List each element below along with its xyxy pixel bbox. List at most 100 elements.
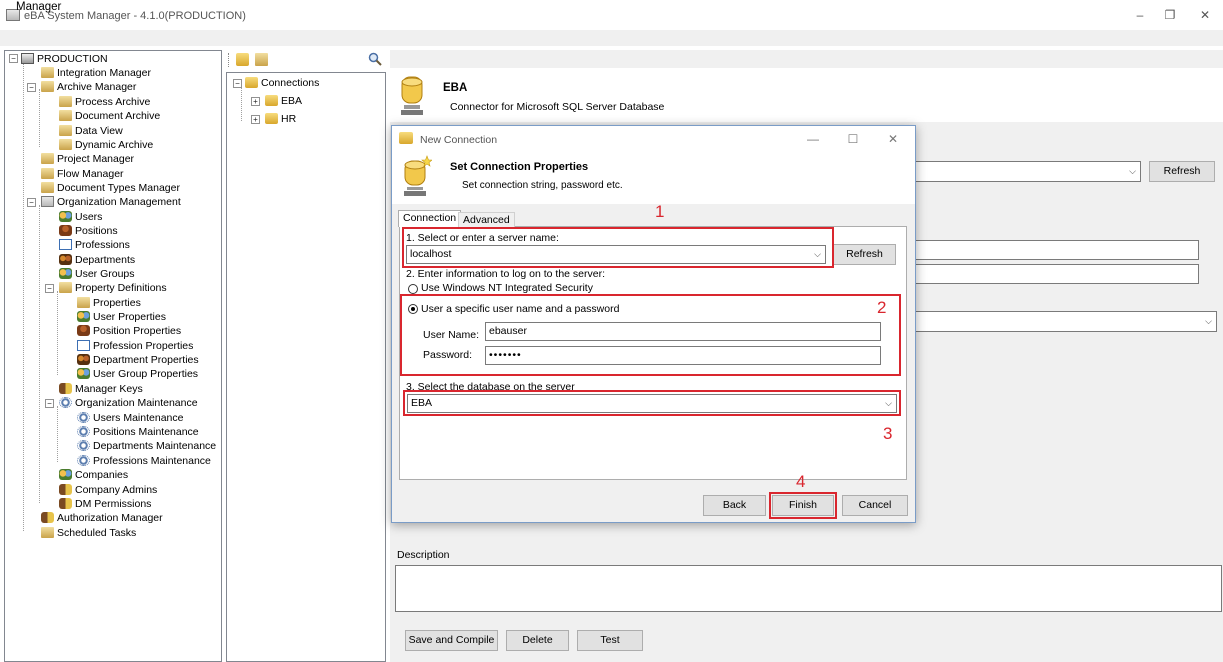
dialog-maximize-button[interactable]: ☐ [838,130,868,148]
tree-item-departments-maintenance[interactable]: Departments Maintenance [77,439,216,453]
key-icon [59,497,72,509]
menu-item-manager[interactable]: Manager [16,1,61,13]
dialog-minimize-button[interactable]: — [798,130,828,148]
module-icon [59,124,72,136]
search-icon[interactable] [368,52,382,66]
tree-item-users-maintenance[interactable]: Users Maintenance [77,411,183,425]
companies-icon [59,468,72,480]
tree-item-process-archive[interactable]: Process Archive [59,95,150,109]
save-and-compile-button[interactable]: Save and Compile [405,630,498,651]
module-icon [41,80,54,92]
tree-item-profession-properties[interactable]: Profession Properties [77,339,193,353]
tree-item-organization-management[interactable]: Organization Management [41,195,181,209]
tree-item-user-properties[interactable]: User Properties [77,310,166,324]
database-icon [265,94,278,106]
tree-collapse-organization[interactable]: − [27,198,36,207]
tree-item-manager-keys[interactable]: Manager Keys [59,382,143,396]
tree-item-professions-maintenance[interactable]: Professions Maintenance [77,454,211,468]
windows-security-radio[interactable] [408,284,418,294]
tree-item-connection-eba[interactable]: EBA [265,94,302,108]
tree-collapse-property-definitions[interactable]: − [45,284,54,293]
cancel-button[interactable]: Cancel [842,495,908,516]
dialog-title: New Connection [420,134,498,146]
tree-item-project-manager[interactable]: Project Manager [41,152,134,166]
tree-item-dm-permissions[interactable]: DM Permissions [59,497,151,511]
dialog-refresh-button[interactable]: Refresh [833,244,896,265]
description-label: Description [397,549,450,561]
tree-item-production[interactable]: PRODUCTION [21,52,108,66]
maximize-button[interactable]: ❐ [1155,6,1185,24]
connection-subtitle: Connector for Microsoft SQL Server Datab… [450,101,665,113]
module-icon [41,66,54,78]
dialog-close-button[interactable]: ✕ [878,130,908,148]
tree-item-connections[interactable]: Connections [245,76,319,90]
organization-icon [41,195,54,207]
dialog-header-title: Set Connection Properties [450,161,589,173]
tree-expand-eba[interactable]: + [251,97,260,106]
tab-connection[interactable]: Connection [398,210,462,227]
tree-item-flow-manager[interactable]: Flow Manager [41,167,124,181]
module-icon [59,95,72,107]
dialog-app-icon [399,132,413,144]
tree-item-departments[interactable]: Departments [59,253,135,267]
tree-item-users[interactable]: Users [59,210,102,224]
tree-item-positions[interactable]: Positions [59,224,118,238]
new-connection-icon[interactable] [236,53,249,66]
tree-item-positions-maintenance[interactable]: Positions Maintenance [77,425,199,439]
cog-icon [59,396,72,408]
tree-item-document-archive[interactable]: Document Archive [59,109,160,123]
tree-item-user-group-properties[interactable]: User Group Properties [77,367,198,381]
description-textarea[interactable] [395,565,1222,612]
tree-item-dynamic-archive[interactable]: Dynamic Archive [59,138,153,152]
close-window-button[interactable]: ✕ [1190,6,1220,24]
password-field[interactable] [905,264,1199,284]
tree-item-integration-manager[interactable]: Integration Manager [41,66,151,80]
connector-type-select[interactable]: ⌵ [905,161,1141,182]
annotation-box-2 [400,294,901,376]
tree-item-scheduled-tasks[interactable]: Scheduled Tasks [41,526,136,540]
windows-security-label: Use Windows NT Integrated Security [421,282,593,294]
logon-info-label: 2. Enter information to log on to the se… [406,268,606,280]
tree-item-professions[interactable]: Professions [59,238,130,252]
delete-button[interactable]: Delete [506,630,569,651]
tree-item-position-properties[interactable]: Position Properties [77,324,181,338]
connection-string-field[interactable] [905,240,1199,260]
tree-item-companies[interactable]: Companies [59,468,128,482]
connections-tree[interactable]: − Connections + EBA + HR [226,72,386,662]
back-button[interactable]: Back [703,495,766,516]
tree-collapse-archive[interactable]: − [27,83,36,92]
module-icon [59,109,72,121]
departments-icon [77,353,90,365]
annotation-box-4 [769,492,837,519]
tree-item-company-admins[interactable]: Company Admins [59,483,157,497]
tree-item-user-groups[interactable]: User Groups [59,267,135,281]
connections-toolbar [226,50,386,70]
tree-item-connection-hr[interactable]: HR [265,112,296,126]
cog-icon [77,411,90,423]
tree-item-archive-manager[interactable]: Archive Manager [41,80,136,94]
database-select[interactable]: ⌵ [905,311,1217,332]
tree-item-department-properties[interactable]: Department Properties [77,353,199,367]
tree-collapse-organization-maintenance[interactable]: − [45,399,54,408]
module-icon [41,526,54,538]
cog-icon [77,425,90,437]
right-refresh-button[interactable]: Refresh [1149,161,1215,182]
minimize-button[interactable]: – [1125,6,1155,24]
navigation-tree[interactable]: − PRODUCTION Integration Manager − Archi… [4,50,222,662]
tree-expand-hr[interactable]: + [251,115,260,124]
tree-collapse-connections[interactable]: − [233,79,242,88]
annotation-number-3: 3 [883,424,893,443]
tree-item-property-definitions[interactable]: Property Definitions [59,281,167,295]
annotation-number-1: 1 [655,202,665,221]
properties-icon[interactable] [255,53,268,66]
tree-item-data-view[interactable]: Data View [59,124,123,138]
tab-advanced[interactable]: Advanced [458,212,515,228]
users-icon [59,210,72,222]
test-button[interactable]: Test [577,630,643,651]
tree-item-organization-maintenance[interactable]: Organization Maintenance [59,396,198,410]
tree-item-document-types-manager[interactable]: Document Types Manager [41,181,180,195]
tree-collapse-production[interactable]: − [9,54,18,63]
tree-item-properties[interactable]: Properties [77,296,141,310]
connection-header [390,68,1223,122]
tree-item-authorization-manager[interactable]: Authorization Manager [41,511,163,525]
